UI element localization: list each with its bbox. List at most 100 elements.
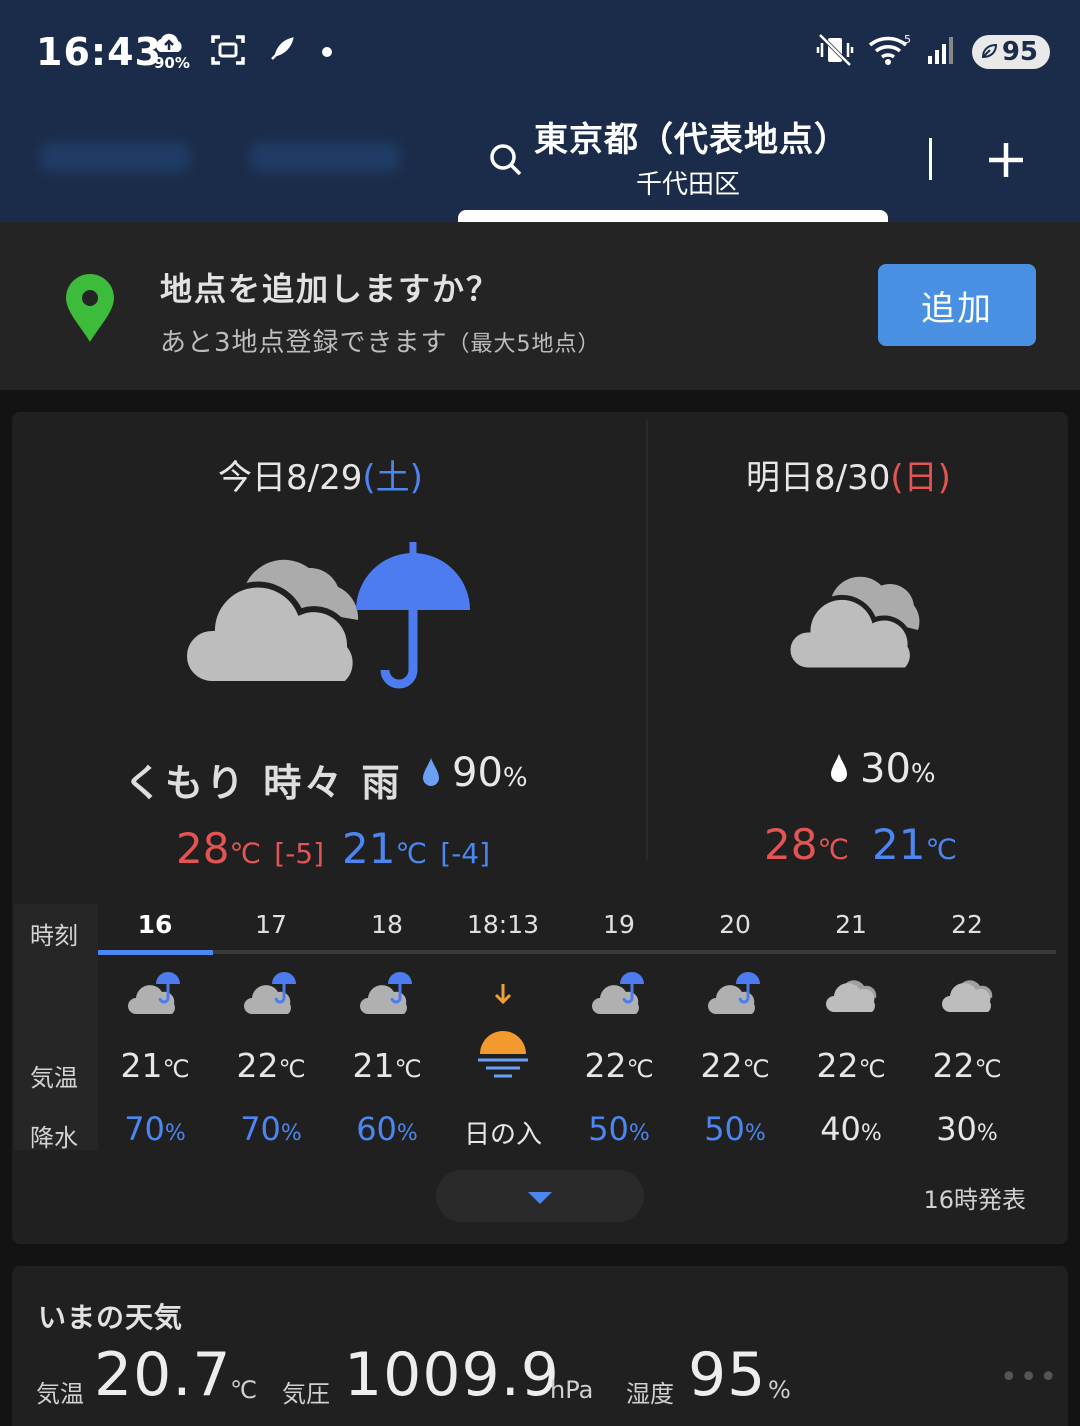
today-low-diff: [-4] xyxy=(440,837,491,870)
hour-time: 18:13 xyxy=(466,910,540,939)
banner-title: 地点を追加しますか？ xyxy=(160,270,501,308)
rocket-icon xyxy=(268,37,294,67)
today-high-unit: ℃ xyxy=(229,837,261,870)
hour-precip-unit: % xyxy=(976,1121,998,1146)
cloud-icon xyxy=(824,968,884,1018)
today-high: 28℃ [-5] xyxy=(176,824,324,873)
location-subtitle: 千代田区 xyxy=(636,170,741,200)
now-pressure-unit: hPa xyxy=(550,1376,594,1404)
today-date-text: 今日8/29 xyxy=(218,458,363,498)
today-pop-value: 90 xyxy=(452,750,503,796)
cloud-percent: 90% xyxy=(154,54,190,72)
hour-temp-unit: ℃ xyxy=(162,1055,190,1083)
hour-precip: 50% xyxy=(685,1110,785,1148)
sunset-label: 日の入 xyxy=(463,1120,542,1150)
hour-precip: 50% xyxy=(569,1110,669,1148)
hour-precip-unit: % xyxy=(628,1121,650,1146)
status-time: 16:43 xyxy=(36,30,162,74)
status-icons-right: 5 95 xyxy=(816,33,1050,71)
hour-temp-value: 22 xyxy=(700,1046,743,1085)
banner-subtitle-main: あと3地点登録できます xyxy=(160,328,448,358)
hour-temp: 22℃ xyxy=(221,1046,321,1085)
now-pressure-value: 1009.9 xyxy=(344,1340,560,1410)
hour-precip: 30% xyxy=(917,1110,1017,1148)
today-low: 21℃ [-4] xyxy=(342,824,490,873)
hour-temp-value: 21 xyxy=(120,1046,163,1085)
drop-icon xyxy=(831,754,847,782)
label-time: 時刻 xyxy=(30,922,78,950)
issued-time: 16時発表 xyxy=(923,1186,1026,1214)
hour-temp: 22℃ xyxy=(917,1046,1017,1085)
hour-precip-value: 30 xyxy=(936,1110,977,1148)
hour-precip: 60% xyxy=(337,1110,437,1148)
active-tab-indicator xyxy=(458,210,888,222)
current-weather-title: いまの天気 xyxy=(38,1301,184,1334)
hour-precip: 40% xyxy=(801,1110,901,1148)
hour-precip-value: 60 xyxy=(356,1110,397,1148)
today-high-value: 28 xyxy=(176,824,230,873)
cloud-rain-icon xyxy=(592,968,652,1018)
more-options-icon[interactable]: ••• xyxy=(1000,1360,1059,1395)
now-humidity-unit: % xyxy=(768,1376,791,1404)
cloud-rain-icon xyxy=(128,968,188,1018)
hour-temp-unit: ℃ xyxy=(742,1055,770,1083)
hour-temp: 22℃ xyxy=(685,1046,785,1085)
hourly-scroll-track[interactable] xyxy=(98,950,1056,954)
hour-temp: 22℃ xyxy=(569,1046,669,1085)
banner-subtitle-note: （最大5地点） xyxy=(447,332,601,357)
hour-time: 17 xyxy=(255,910,287,939)
hour-time: 21 xyxy=(835,910,867,939)
add-location-button[interactable]: 追加 xyxy=(878,264,1036,346)
cloud-upload-icon: 90% xyxy=(152,32,190,72)
signal-icon xyxy=(926,34,958,70)
cloud-icon xyxy=(785,562,926,678)
tomorrow-date-text: 明日8/30 xyxy=(746,458,891,498)
tomorrow-low-unit: ℃ xyxy=(925,833,957,866)
tomorrow-high: 28℃ xyxy=(764,820,849,869)
cloud-rain-icon xyxy=(360,968,420,1018)
today-low-value: 21 xyxy=(342,824,396,873)
hour-precip-value: 70 xyxy=(240,1110,281,1148)
tab-location-2-blurred[interactable] xyxy=(40,142,190,172)
today-precip-prob: 90% xyxy=(420,750,528,796)
hour-temp: 21℃ xyxy=(105,1046,205,1085)
now-temp-value: 20.7 xyxy=(94,1340,232,1410)
dot-icon xyxy=(322,47,332,57)
hour-temp-unit: ℃ xyxy=(974,1055,1002,1083)
expand-hourly-button[interactable] xyxy=(436,1170,644,1222)
sunset-icon xyxy=(474,982,532,1082)
tab-location-3-blurred[interactable] xyxy=(250,142,400,172)
status-icons-left: 90% xyxy=(152,32,332,72)
hour-temp-value: 22 xyxy=(816,1046,859,1085)
search-icon[interactable] xyxy=(488,142,524,182)
plus-icon[interactable] xyxy=(986,140,1026,184)
hour-temp-unit: ℃ xyxy=(278,1055,306,1083)
chevron-down-icon xyxy=(528,1192,552,1204)
hour-temp-unit: ℃ xyxy=(626,1055,654,1083)
hour-precip-value: 50 xyxy=(704,1110,745,1148)
drop-icon xyxy=(423,758,439,786)
now-pressure-label: 気圧 xyxy=(282,1380,330,1408)
tomorrow-low: 21℃ xyxy=(872,820,957,869)
now-temp-unit: ℃ xyxy=(230,1376,257,1404)
screenshot-icon xyxy=(210,33,246,71)
hour-temp: 21℃ xyxy=(337,1046,437,1085)
wifi-icon: 5 xyxy=(868,33,912,71)
hour-temp: 22℃ xyxy=(801,1046,901,1085)
battery-level: 95 xyxy=(1001,37,1038,67)
tomorrow-pop-unit: % xyxy=(910,759,936,789)
now-temp-label: 気温 xyxy=(36,1380,84,1408)
today-condition: くもり 時々 雨 xyxy=(124,761,403,805)
today-pop-unit: % xyxy=(502,763,528,793)
hour-precip-unit: % xyxy=(396,1121,418,1146)
cloud-rain-icon xyxy=(181,540,474,696)
hour-precip-unit: % xyxy=(280,1121,302,1146)
hour-precip-unit: % xyxy=(164,1121,186,1146)
hour-precip: 日の入 xyxy=(453,1114,553,1151)
tomorrow-date: 明日8/30(日) xyxy=(746,450,951,499)
location-title[interactable]: 東京都（代表地点） xyxy=(534,112,849,161)
today-high-diff: [-5] xyxy=(274,837,325,870)
hourly-scroll-indicator[interactable] xyxy=(98,950,213,955)
hour-temp-value: 21 xyxy=(352,1046,395,1085)
battery-indicator: 95 xyxy=(971,35,1050,69)
